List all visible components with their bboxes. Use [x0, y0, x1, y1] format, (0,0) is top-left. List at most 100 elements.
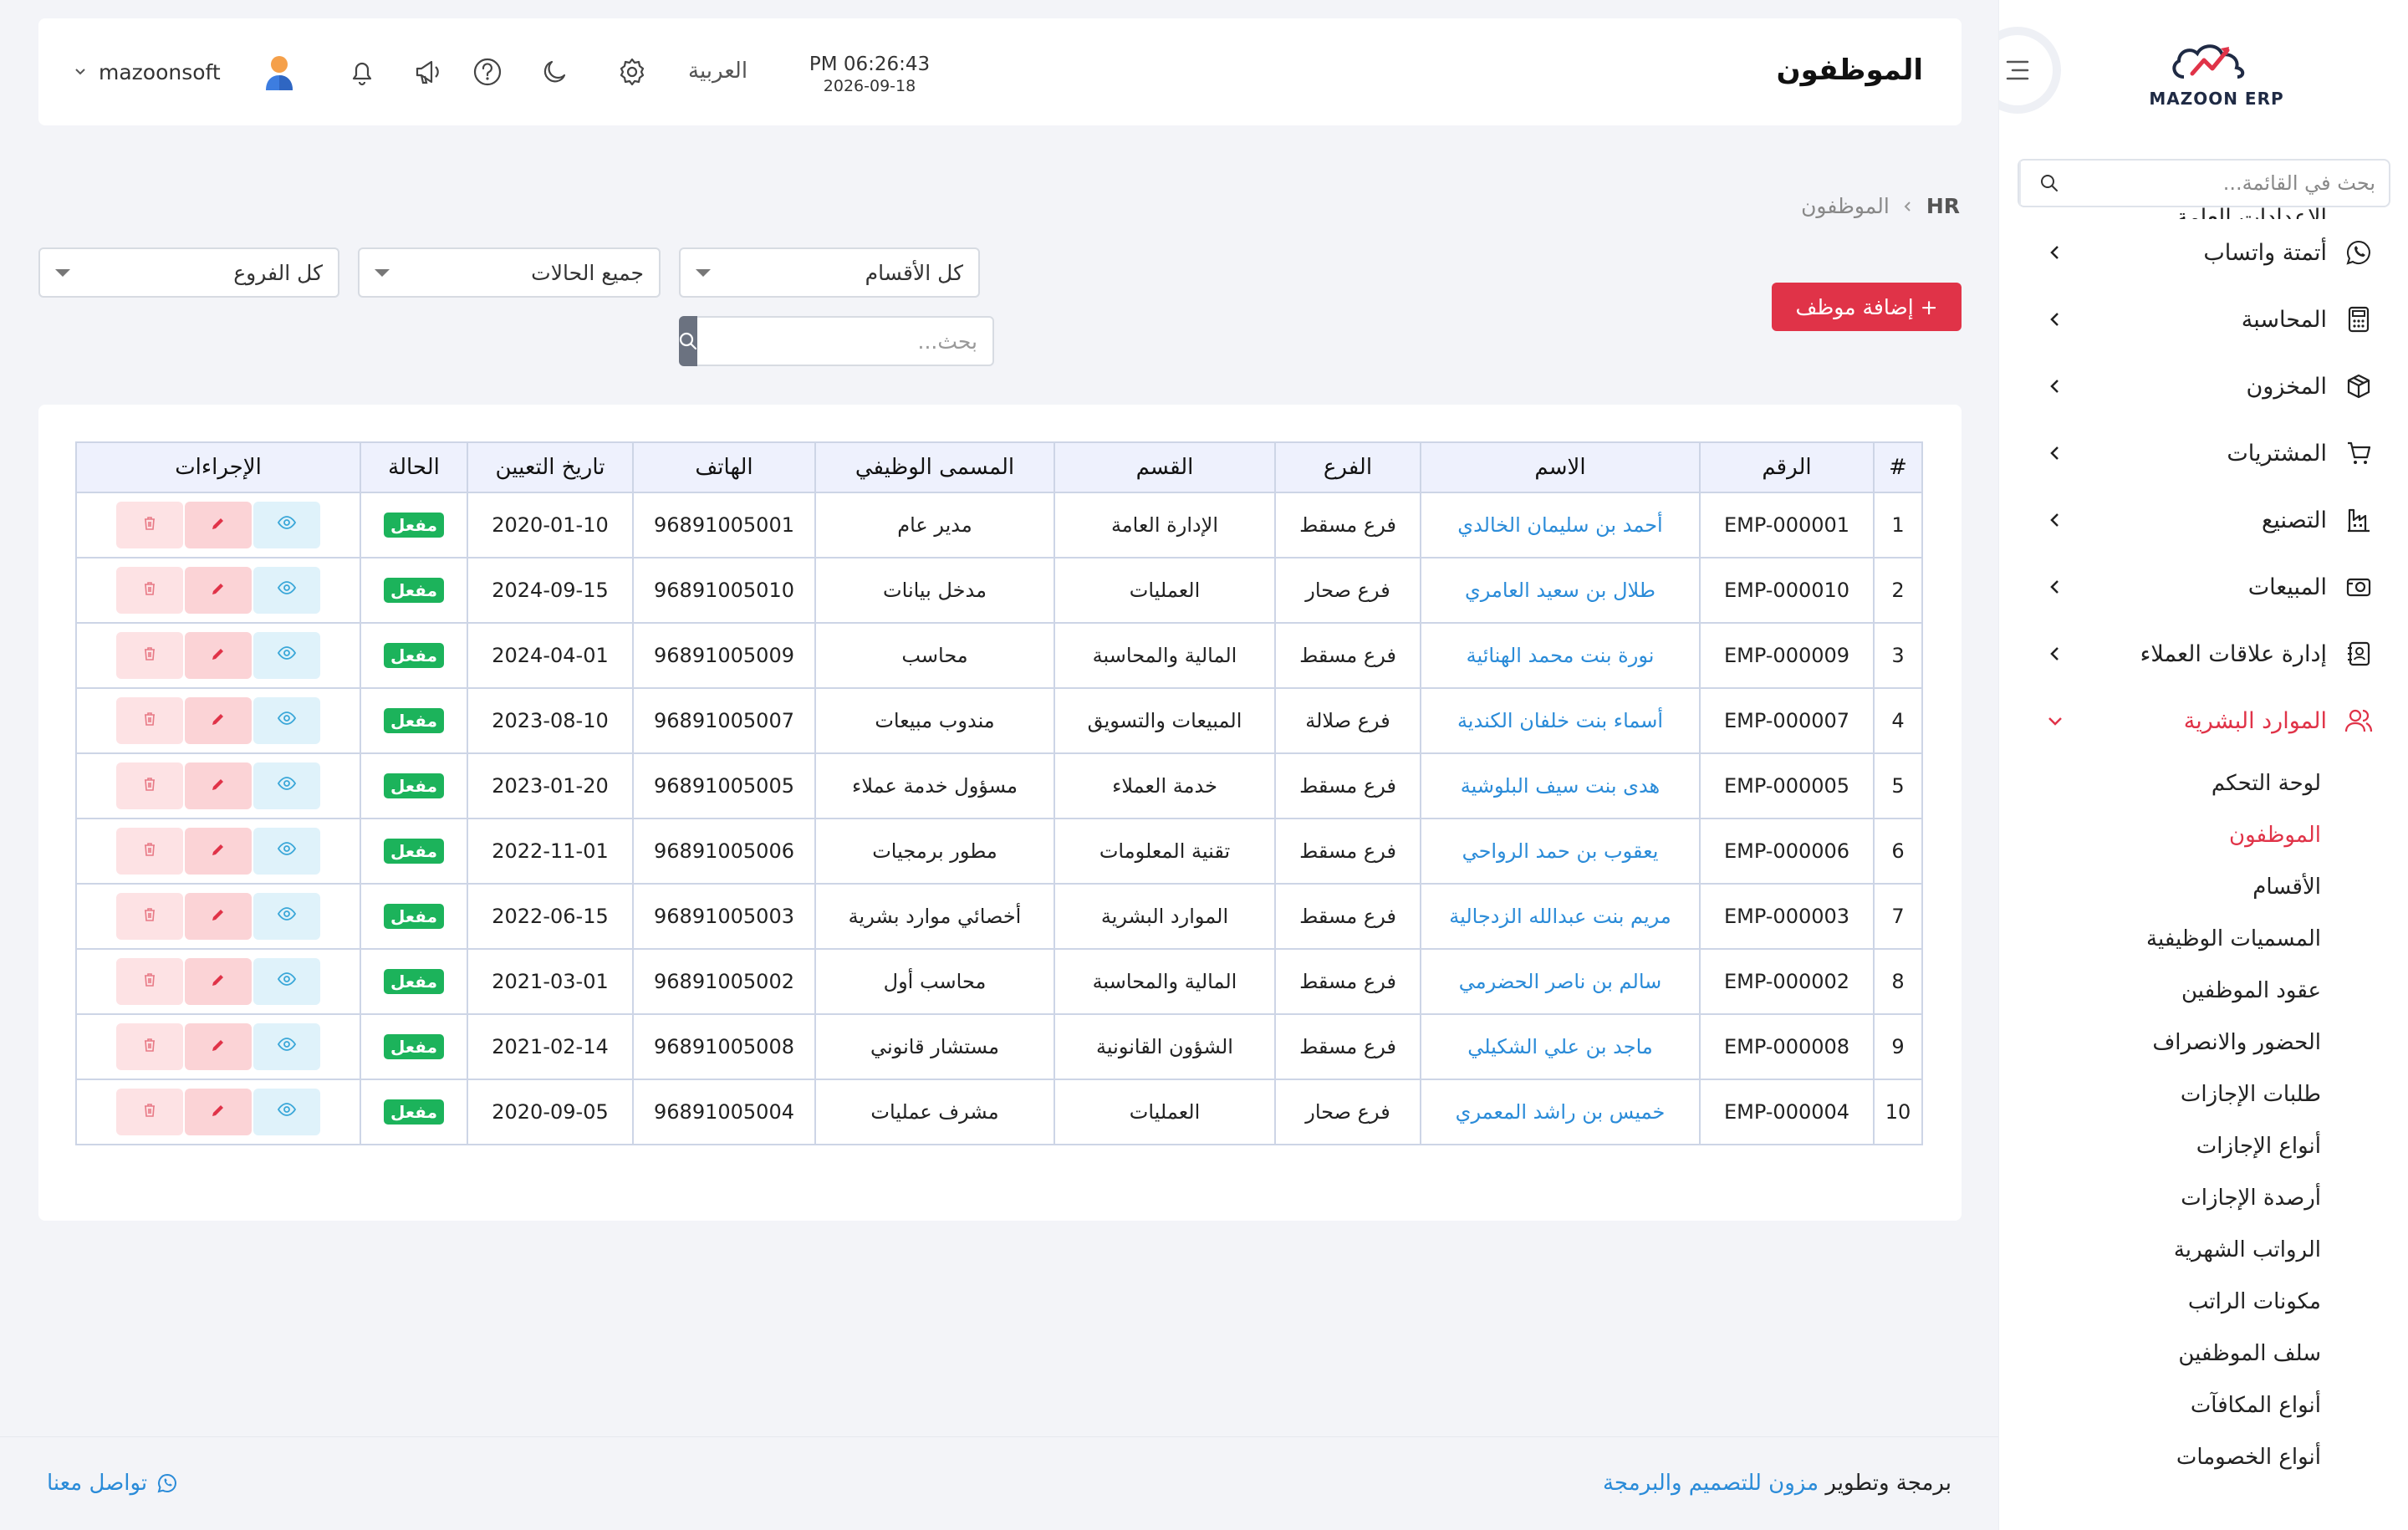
view-button[interactable] — [253, 958, 320, 1005]
cell-hire-date: 2024-09-15 — [467, 557, 634, 624]
delete-button[interactable] — [116, 893, 183, 940]
view-button[interactable] — [253, 1023, 320, 1070]
contact-us-link[interactable]: تواصل معنا — [47, 1471, 177, 1496]
search-button[interactable] — [679, 316, 697, 366]
department-filter[interactable]: كل الأقسام — [679, 247, 980, 298]
submenu-item-employees[interactable]: الموظفون — [1999, 809, 2408, 861]
delete-button[interactable] — [116, 697, 183, 744]
edit-button[interactable] — [185, 958, 252, 1005]
submenu-item-deduction-types[interactable]: أنواع الخصومات — [1999, 1431, 2408, 1483]
cell-name-link[interactable]: خميس بن راشد المعمري — [1420, 1079, 1701, 1145]
submenu-item-bonus-types[interactable]: أنواع المكافآت — [1999, 1380, 2408, 1431]
cell-actions — [75, 883, 361, 950]
cell-index: 6 — [1873, 818, 1923, 885]
edit-button[interactable] — [185, 502, 252, 548]
cell-name-link[interactable]: هدى بنت سيف البلوشية — [1420, 752, 1701, 819]
cell-hire-date: 2023-01-20 — [467, 752, 634, 819]
submenu-item-payroll[interactable]: الرواتب الشهرية — [1999, 1224, 2408, 1276]
sidebar-item-hr[interactable]: الموارد البشرية — [1999, 687, 2408, 754]
submenu-item-advances[interactable]: سلف الموظفين — [1999, 1328, 2408, 1380]
view-button[interactable] — [253, 697, 320, 744]
edit-button[interactable] — [185, 893, 252, 940]
sidebar-item-whatsapp[interactable]: أتمتة واتساب — [1999, 219, 2408, 286]
language-switch[interactable]: العربية — [688, 59, 747, 84]
sidebar-item-accounting[interactable]: المحاسبة — [1999, 286, 2408, 353]
submenu-item-leave-requests[interactable]: طلبات الإجازات — [1999, 1068, 2408, 1120]
sidebar-item-purchases[interactable]: المشتريات — [1999, 420, 2408, 487]
submenu-item-attendance[interactable]: الحضور والانصراف — [1999, 1017, 2408, 1068]
edit-button[interactable] — [185, 567, 252, 614]
edit-button[interactable] — [185, 762, 252, 809]
user-menu[interactable]: mazoonsoft — [72, 52, 299, 92]
sidebar-item-inventory[interactable]: المخزون — [1999, 353, 2408, 420]
cell-status: مفعل — [360, 557, 468, 624]
cell-name-link[interactable]: يعقوب بن حمد الرواحي — [1420, 818, 1701, 885]
cell-branch: فرع مسقط — [1274, 622, 1421, 689]
delete-button[interactable] — [116, 828, 183, 875]
submenu-item-leave-balances[interactable]: أرصدة الإجازات — [1999, 1172, 2408, 1224]
settings-icon[interactable] — [612, 52, 652, 92]
submenu-item-leave-types[interactable]: أنواع الإجازات — [1999, 1120, 2408, 1172]
delete-button[interactable] — [116, 1089, 183, 1135]
add-employee-button[interactable]: + إضافة موظف — [1772, 283, 1962, 331]
delete-button[interactable] — [116, 567, 183, 614]
cell-job-title: محاسب — [814, 622, 1055, 689]
sidebar-toggle-button[interactable] — [1999, 35, 2053, 105]
edit-button[interactable] — [185, 632, 252, 679]
sidebar-item-label: المخزون — [2246, 373, 2327, 400]
logo[interactable]: MAZOON ERP — [2145, 33, 2288, 117]
cell-branch: فرع مسقط — [1274, 883, 1421, 950]
submenu-item-contracts[interactable]: عقود الموظفين — [1999, 965, 2408, 1017]
status-badge: مفعل — [384, 643, 444, 668]
table-search-input[interactable] — [697, 316, 994, 366]
branch-filter[interactable]: كل الفروع — [38, 247, 339, 298]
breadcrumb-root[interactable]: HR — [1926, 194, 1960, 218]
view-button[interactable] — [253, 1089, 320, 1135]
announcements-icon[interactable] — [408, 52, 448, 92]
delete-button[interactable] — [116, 632, 183, 679]
view-button[interactable] — [253, 502, 320, 548]
cell-name-link[interactable]: سالم بن ناصر الحضرمي — [1420, 948, 1701, 1015]
view-button[interactable] — [253, 828, 320, 875]
eye-icon — [277, 513, 297, 537]
help-icon[interactable] — [467, 52, 508, 92]
edit-button[interactable] — [185, 828, 252, 875]
view-button[interactable] — [253, 632, 320, 679]
delete-button[interactable] — [116, 1023, 183, 1070]
submenu-item-departments[interactable]: الأقسام — [1999, 861, 2408, 913]
notifications-bell-icon[interactable] — [342, 52, 382, 92]
delete-button[interactable] — [116, 502, 183, 548]
edit-button[interactable] — [185, 1023, 252, 1070]
submenu-item-dashboard[interactable]: لوحة التحكم — [1999, 757, 2408, 809]
cell-index: 2 — [1873, 557, 1923, 624]
sidebar-item-manufacturing[interactable]: التصنيع — [1999, 487, 2408, 553]
view-button[interactable] — [253, 567, 320, 614]
cell-name-link[interactable]: أحمد بن سليمان الخالدي — [1420, 492, 1701, 558]
submenu-item-salary-components[interactable]: مكونات الراتب — [1999, 1276, 2408, 1328]
cell-branch: فرع صحار — [1274, 557, 1421, 624]
delete-button[interactable] — [116, 958, 183, 1005]
footer-company-link[interactable]: مزون للتصميم والبرمجة — [1603, 1471, 1819, 1496]
sidebar-item-crm[interactable]: إدارة علاقات العملاء — [1999, 620, 2408, 687]
edit-button[interactable] — [185, 697, 252, 744]
dark-mode-icon[interactable] — [535, 52, 575, 92]
pencil-icon — [210, 774, 227, 798]
cell-name-link[interactable]: أسماء بنت خلفان الكندية — [1420, 687, 1701, 754]
sidebar-item-sales[interactable]: المبيعات — [1999, 553, 2408, 620]
cell-name-link[interactable]: ماجد بن علي الشكيلي — [1420, 1013, 1701, 1080]
edit-button[interactable] — [185, 1089, 252, 1135]
trash-icon — [141, 579, 158, 602]
employees-card: # الرقم الاسم الفرع القسم المسمى الوظيفي… — [38, 405, 1962, 1221]
status-filter[interactable]: جميع الحالات — [358, 247, 661, 298]
trash-icon — [141, 970, 158, 993]
cell-name-link[interactable]: نورة بنت محمد الهنائية — [1420, 622, 1701, 689]
submenu-item-job-titles[interactable]: المسميات الوظيفية — [1999, 913, 2408, 965]
table-row: 5 EMP-000005 هدى بنت سيف البلوشية فرع مسقط خ… — [75, 752, 1923, 819]
view-button[interactable] — [253, 893, 320, 940]
delete-button[interactable] — [116, 762, 183, 809]
cell-name-link[interactable]: طلال بن سعيد العامري — [1420, 557, 1701, 624]
search-icon — [679, 332, 697, 350]
view-button[interactable] — [253, 762, 320, 809]
cell-name-link[interactable]: مريم بنت عبدالله الزدجالية — [1420, 883, 1701, 950]
sidebar-item-general-settings[interactable]: الإعدادات العامة — [1999, 197, 2408, 219]
